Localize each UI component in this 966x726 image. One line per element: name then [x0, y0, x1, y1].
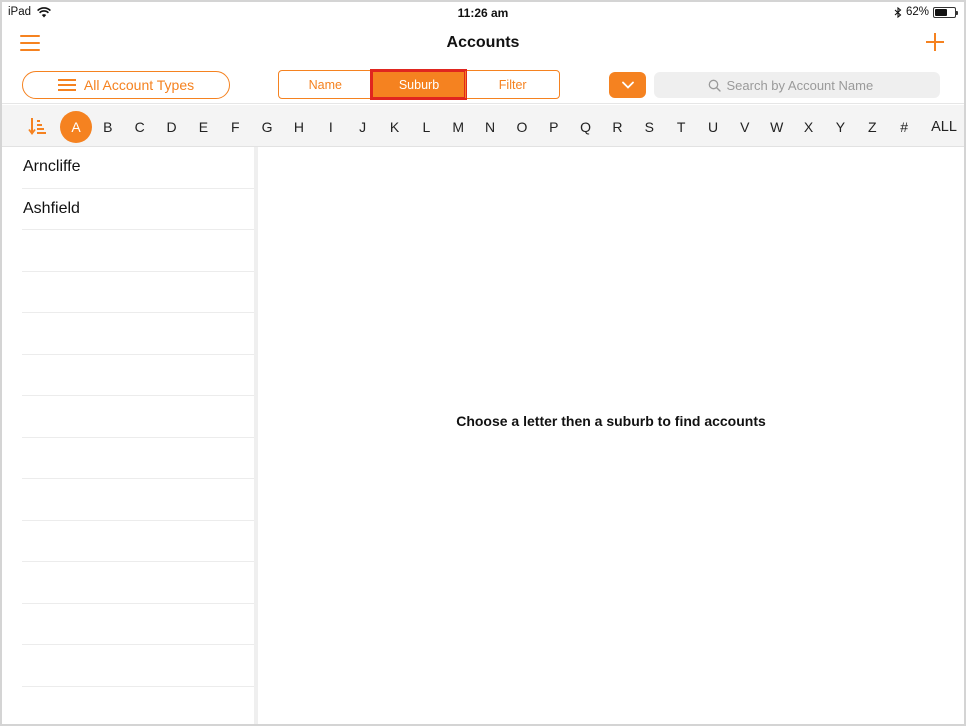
segment-suburb[interactable]: Suburb [369, 69, 468, 100]
segment-filter[interactable]: Filter [465, 71, 559, 98]
letter-r[interactable]: R [601, 111, 633, 143]
suburb-list: Arncliffe Ashfield [2, 147, 254, 725]
app-frame: iPad 11:26 am 62% Accounts All Account T… [0, 0, 966, 726]
list-item [22, 521, 254, 562]
search-icon [708, 79, 721, 92]
letter-u[interactable]: U [697, 111, 729, 143]
letter-c[interactable]: C [124, 111, 156, 143]
letter-m[interactable]: M [442, 111, 474, 143]
sort-mode-segmented-control: Name Suburb Filter [278, 69, 560, 100]
list-item [22, 687, 254, 725]
account-types-label: All Account Types [83, 77, 195, 93]
letter-a[interactable]: A [60, 111, 92, 143]
letter-p[interactable]: P [538, 111, 570, 143]
letter-i[interactable]: I [315, 111, 347, 143]
list-item [22, 604, 254, 645]
list-item [22, 645, 254, 687]
letter-hash[interactable]: # [888, 111, 920, 143]
battery-icon [933, 6, 958, 18]
battery-fill [935, 8, 947, 16]
letter-f[interactable]: F [219, 111, 251, 143]
list-lines-icon [57, 78, 76, 92]
account-types-button[interactable]: All Account Types [22, 71, 230, 99]
letter-n[interactable]: N [474, 111, 506, 143]
search-bar [654, 72, 940, 98]
letter-y[interactable]: Y [824, 111, 856, 143]
bluetooth-icon [894, 6, 902, 18]
status-time: 11:26 am [457, 6, 509, 20]
plus-icon[interactable] [924, 31, 946, 53]
list-item [22, 230, 254, 272]
letter-x[interactable]: X [793, 111, 825, 143]
battery-percent: 62% [905, 6, 929, 18]
detail-pane: Choose a letter then a suburb to find ac… [258, 147, 964, 724]
letter-j[interactable]: J [347, 111, 379, 143]
empty-state-message: Choose a letter then a suburb to find ac… [456, 413, 766, 429]
letter-w[interactable]: W [761, 111, 793, 143]
list-item[interactable]: Arncliffe [22, 147, 254, 189]
letter-s[interactable]: S [633, 111, 665, 143]
chevron-down-icon [621, 81, 634, 89]
list-item [22, 272, 254, 313]
list-item [22, 396, 254, 438]
toolbar: All Account Types Name Suburb Filter [2, 64, 964, 104]
sort-icon[interactable] [28, 117, 48, 135]
letter-all[interactable]: ALL [928, 111, 960, 143]
page-title: Accounts [446, 34, 520, 51]
letter-h[interactable]: H [283, 111, 315, 143]
status-right: 62% [894, 6, 958, 18]
search-input[interactable] [726, 77, 887, 93]
letter-v[interactable]: V [729, 111, 761, 143]
letter-l[interactable]: L [410, 111, 442, 143]
list-item [22, 438, 254, 479]
letter-k[interactable]: K [379, 111, 411, 143]
letter-z[interactable]: Z [856, 111, 888, 143]
list-item[interactable]: Ashfield [22, 189, 254, 230]
dropdown-button[interactable] [609, 72, 646, 98]
letter-o[interactable]: O [506, 111, 538, 143]
status-bar: iPad 11:26 am 62% [2, 2, 964, 24]
list-item [22, 355, 254, 396]
segment-name[interactable]: Name [279, 71, 372, 98]
letter-e[interactable]: E [187, 111, 219, 143]
letter-d[interactable]: D [156, 111, 188, 143]
alphabet-index-bar: A B C D E F G H I J K L M N O P Q R S T U V W X Y Z # ALL [2, 105, 964, 147]
letter-t[interactable]: T [665, 111, 697, 143]
letter-b[interactable]: B [92, 111, 124, 143]
list-item [22, 562, 254, 604]
letter-q[interactable]: Q [570, 111, 602, 143]
navigation-bar: Accounts [2, 24, 964, 64]
letter-g[interactable]: G [251, 111, 283, 143]
list-item [22, 479, 254, 521]
list-item [22, 313, 254, 355]
